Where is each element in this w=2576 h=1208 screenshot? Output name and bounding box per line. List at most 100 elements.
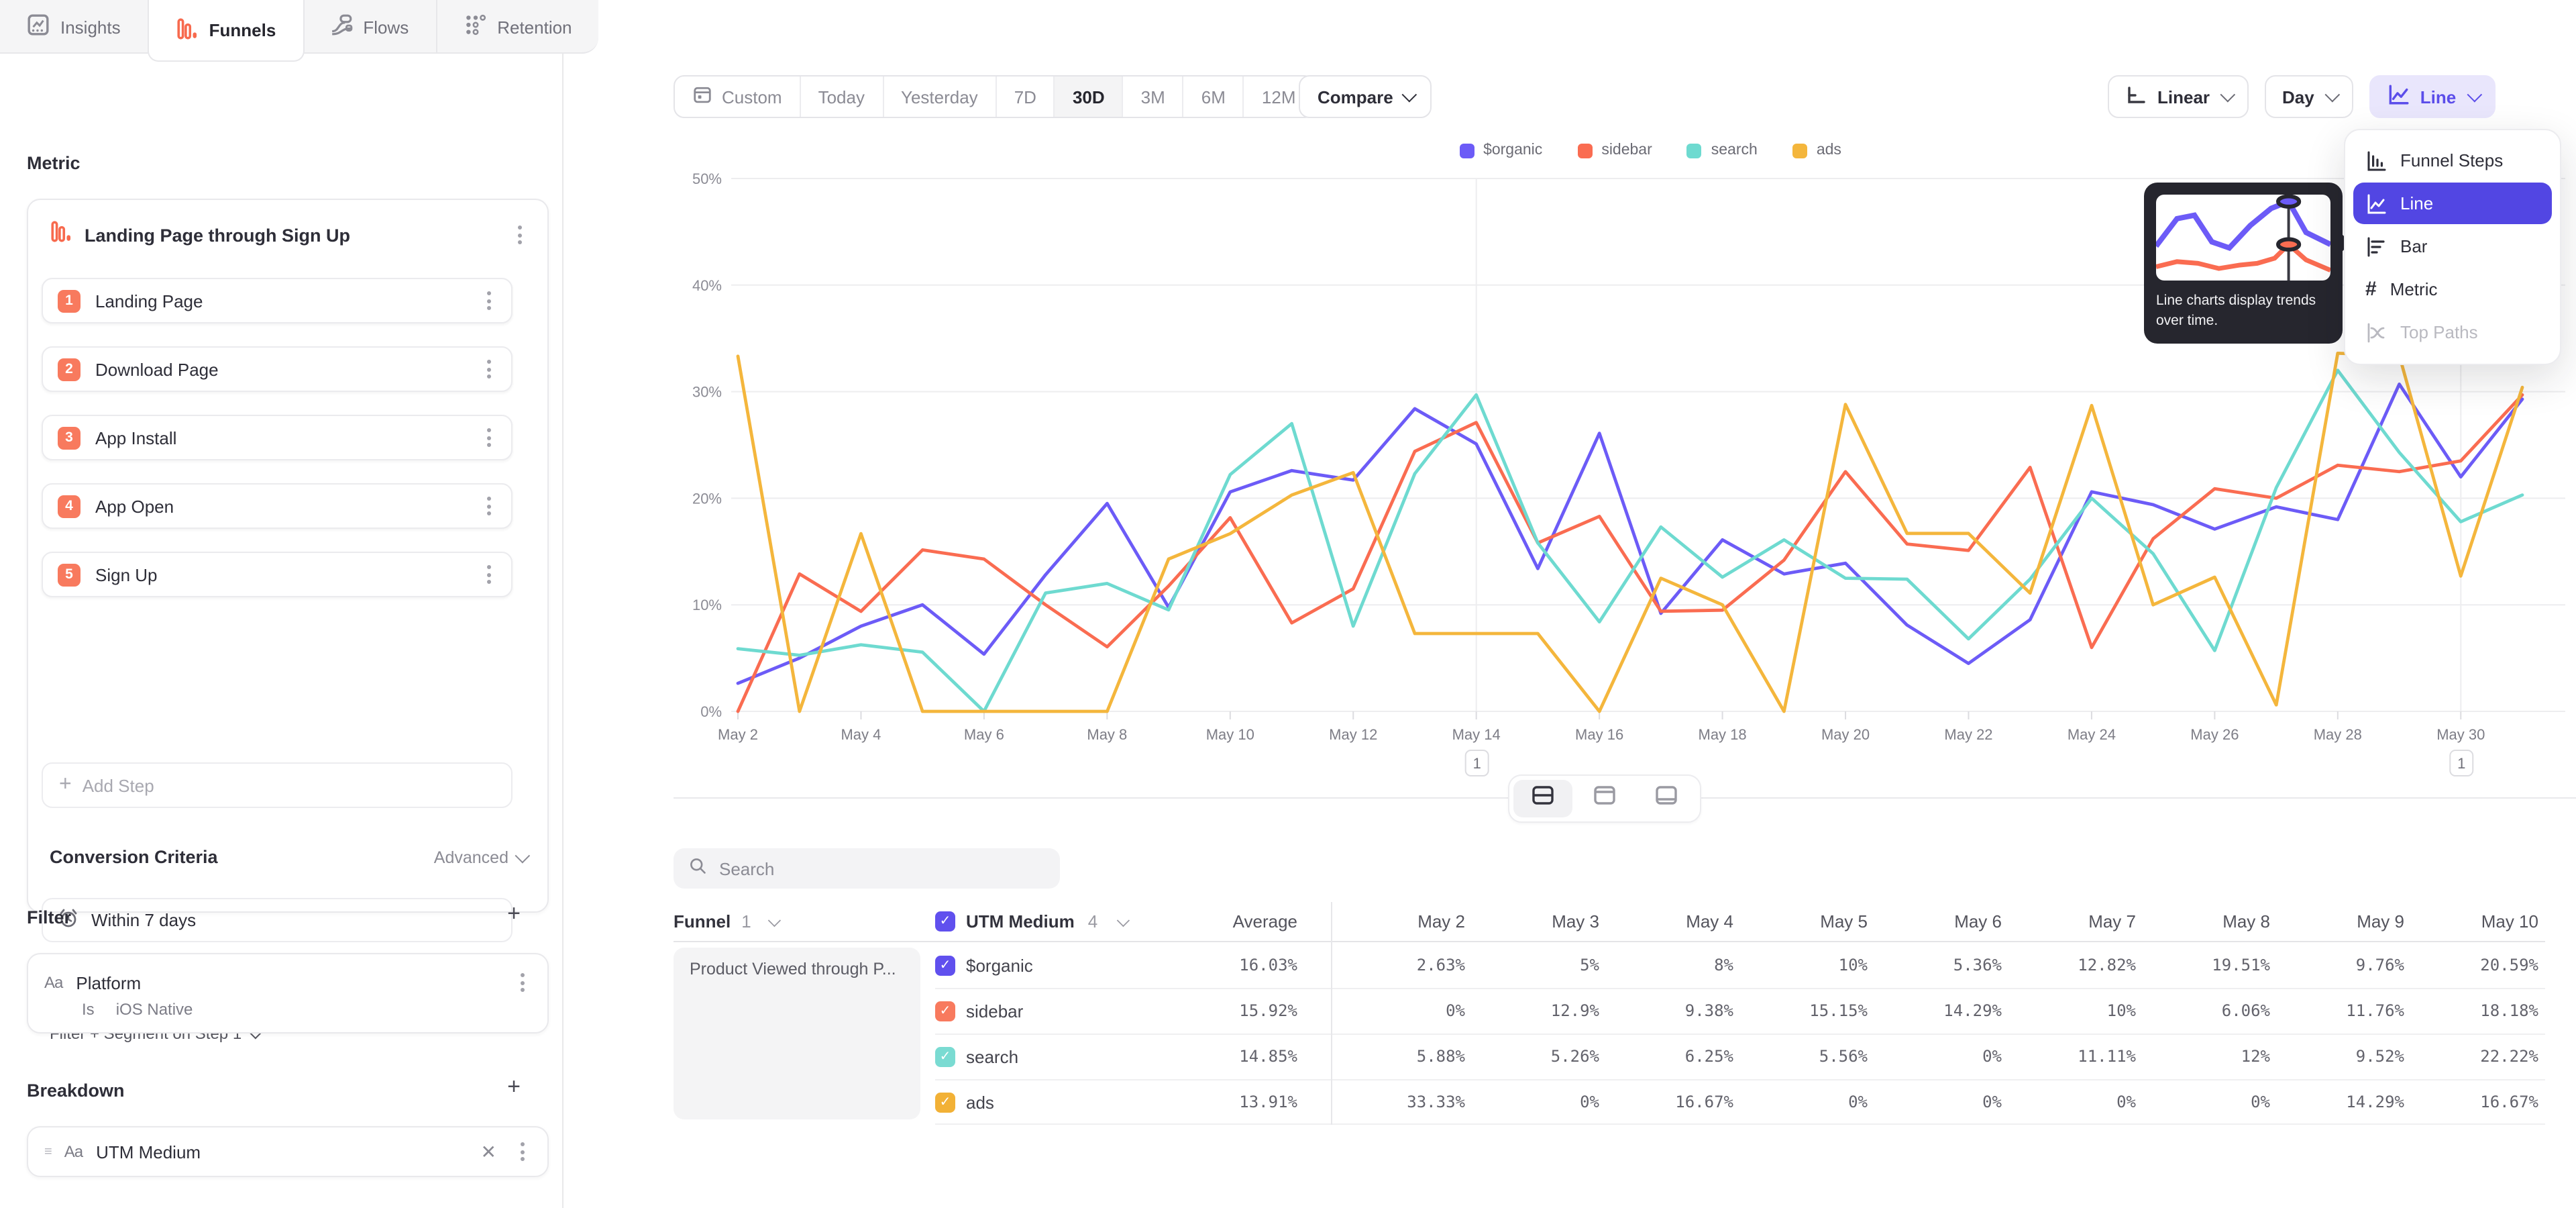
row-checkbox[interactable]: ✓ (935, 1092, 955, 1112)
chevron-down-icon (2220, 87, 2236, 103)
line-chart-icon (2365, 193, 2387, 214)
chart-type-dropdown[interactable]: Line (2369, 75, 2495, 118)
cell-value: 5.88% (1331, 1047, 1465, 1066)
x-axis-label: May 8 (1087, 726, 1127, 743)
funnel-options-kebab-icon[interactable] (510, 224, 529, 246)
tab-insights[interactable]: Insights (0, 0, 149, 54)
x-axis-label: May 2 (718, 726, 758, 743)
range-custom[interactable]: Custom (675, 77, 801, 117)
cell-value: 22.22% (2404, 1047, 2538, 1066)
conversion-criteria-title: Conversion Criteria (50, 847, 434, 867)
row-checkbox[interactable]: ✓ (935, 1046, 955, 1066)
drag-handle-icon[interactable]: ≡ (44, 1144, 51, 1159)
range-7d[interactable]: 7D (997, 77, 1055, 117)
split-view-icon (1531, 785, 1555, 813)
step-kebab-icon[interactable] (479, 290, 498, 311)
menu-item-label: Metric (2390, 279, 2438, 299)
range-3m[interactable]: 3M (1124, 77, 1184, 117)
row-name: search (966, 1046, 1018, 1066)
menu-item-bar[interactable]: Bar (2353, 225, 2552, 267)
tab-retention[interactable]: Retention (437, 0, 598, 54)
cell-value: 16.67% (1599, 1093, 1733, 1111)
step-kebab-icon[interactable] (479, 358, 498, 380)
table-search[interactable] (674, 848, 1060, 889)
range-today[interactable]: Today (801, 77, 883, 117)
metric-icon: # (2365, 279, 2377, 299)
mini-red-line (2156, 244, 2330, 270)
metric-card: Landing Page through Sign Up 1Landing Pa… (27, 199, 549, 913)
range-30d[interactable]: 30D (1055, 77, 1124, 117)
funnel-column-header[interactable]: Funnel1 (674, 911, 935, 932)
search-input[interactable] (719, 858, 1045, 878)
menu-item-metric[interactable]: # Metric (2353, 268, 2552, 310)
chart-type-tooltip: Line charts display trends over time. (2144, 183, 2343, 344)
menu-item-label: Top Paths (2400, 322, 2478, 342)
cell-value: 8% (1599, 956, 1733, 974)
cell-value: 9.38% (1599, 1001, 1733, 1020)
funnel-step-5[interactable]: 5Sign Up (42, 552, 513, 597)
remove-breakdown-icon[interactable]: ✕ (478, 1140, 499, 1163)
funnel-step-4[interactable]: 4App Open (42, 483, 513, 529)
cell-value: 12% (2136, 1047, 2270, 1066)
range-yesterday[interactable]: Yesterday (883, 77, 997, 117)
add-breakdown-button[interactable]: + (503, 1078, 525, 1099)
menu-item-top-paths: Top Paths (2353, 311, 2552, 353)
series-line-sidebar[interactable] (738, 395, 2522, 711)
range-6m[interactable]: 6M (1184, 77, 1244, 117)
x-axis-label: May 16 (1575, 726, 1623, 743)
breakdown-select-checkbox[interactable]: ✓ (935, 911, 955, 932)
tab-funnels[interactable]: Funnels (148, 0, 305, 62)
y-axis-label: 50% (692, 170, 722, 187)
scale-dropdown[interactable]: Linear (2108, 75, 2249, 118)
flows-icon (329, 13, 352, 40)
row-average: 14.85% (1163, 1047, 1297, 1066)
menu-item-line[interactable]: Line (2353, 183, 2552, 224)
filter-kebab-icon[interactable] (513, 972, 531, 993)
range-label: Today (818, 87, 865, 107)
range-label: Yesterday (901, 87, 978, 107)
chart-view-button[interactable] (1575, 780, 1634, 817)
funnel-cell[interactable]: Product Viewed through P... (674, 948, 920, 1119)
filter-value[interactable]: iOS Native (116, 1000, 193, 1019)
interval-dropdown[interactable]: Day (2265, 75, 2353, 118)
step-kebab-icon[interactable] (479, 564, 498, 585)
compare-button[interactable]: Compare (1299, 75, 1432, 118)
add-step-button[interactable]: + Add Step (42, 762, 513, 808)
row-checkbox[interactable]: ✓ (935, 1001, 955, 1021)
funnel-step-2[interactable]: 2Download Page (42, 346, 513, 392)
chevron-down-icon (515, 848, 531, 863)
menu-item-funnel-steps[interactable]: Funnel Steps (2353, 140, 2552, 181)
tab-flows[interactable]: Flows (303, 0, 437, 54)
breakdown-column-header[interactable]: ✓UTM Medium4 (935, 911, 1163, 932)
series-line-ads[interactable] (738, 353, 2522, 711)
x-axis-label: May 22 (1944, 726, 1992, 743)
breakdown-kebab-icon[interactable] (513, 1141, 531, 1162)
y-axis-label: 30% (692, 384, 722, 401)
row-name: $organic (966, 955, 1033, 975)
row-checkbox[interactable]: ✓ (935, 955, 955, 975)
chart-type-menu: Funnel StepsLineBar # Metric Top Paths (2344, 129, 2561, 365)
step-number-badge: 1 (58, 289, 80, 312)
funnel-step-1[interactable]: 1Landing Page (42, 278, 513, 323)
funnel-step-3[interactable]: 3App Install (42, 415, 513, 460)
table-row: ✓$organic16.03%2.63%5%8%10%5.36%12.82%19… (674, 942, 2545, 988)
step-kebab-icon[interactable] (479, 495, 498, 517)
split-view-button[interactable] (1513, 780, 1572, 817)
breakdown-card[interactable]: ≡ Aa UTM Medium ✕ (27, 1126, 549, 1177)
step-kebab-icon[interactable] (479, 427, 498, 448)
search-icon (688, 856, 707, 881)
funnels-dashboard: InsightsFunnels Flows Retention Metric Lan… (0, 0, 2576, 1208)
add-filter-button[interactable]: + (503, 905, 525, 926)
filter-card[interactable]: Aa Platform Is iOS Native (27, 953, 549, 1034)
cell-value: 5.26% (1465, 1047, 1599, 1066)
tab-label: Flows (363, 17, 409, 37)
date-column-header: May 8 (2136, 911, 2270, 932)
series-line-organic[interactable] (738, 384, 2522, 683)
table-view-button[interactable] (1637, 780, 1696, 817)
breakdown-section-title: Breakdown (27, 1080, 125, 1101)
filter-operator[interactable]: Is (82, 1000, 95, 1019)
cell-value: 33.33% (1331, 1093, 1465, 1111)
advanced-dropdown[interactable]: Advanced (434, 848, 526, 866)
cell-value: 10% (1733, 956, 1868, 974)
conversion-window-button[interactable]: Within 7 days (42, 898, 513, 942)
